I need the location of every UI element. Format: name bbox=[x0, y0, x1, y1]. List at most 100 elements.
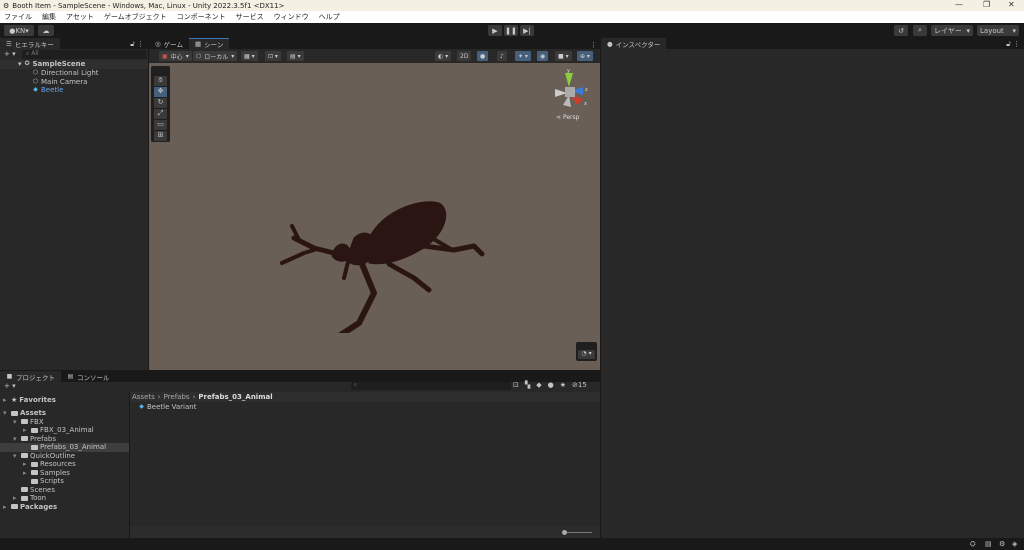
lighting-status-icon[interactable]: ◈ bbox=[1012, 540, 1017, 548]
expand-arrow-icon[interactable]: ▸ bbox=[23, 426, 29, 434]
project-tree-item[interactable]: Scenes bbox=[0, 486, 129, 495]
project-tree-item[interactable]: ▾ FBX bbox=[0, 418, 129, 427]
expand-arrow-icon[interactable]: ▸ bbox=[13, 494, 19, 502]
project-tree-item[interactable]: ▸ Samples bbox=[0, 469, 129, 478]
expand-arrow-icon[interactable]: ▸ bbox=[23, 469, 29, 477]
close-button[interactable]: ✕ bbox=[1008, 0, 1015, 9]
project-tree-item[interactable]: ▾ QuickOutline bbox=[0, 452, 129, 461]
project-tree-item[interactable]: Scripts bbox=[0, 477, 129, 486]
menu-component[interactable]: コンポーネント bbox=[177, 12, 226, 22]
inspector-lock-icon[interactable]: 🔓︎ ⋮ bbox=[1002, 40, 1024, 49]
beetle-model[interactable] bbox=[274, 198, 494, 333]
camera-dropdown[interactable]: ■ ▾ bbox=[555, 51, 572, 61]
expand-arrow-icon[interactable]: ▾ bbox=[13, 418, 19, 426]
tab-hierarchy[interactable]: ☰ ヒエラルキー bbox=[0, 38, 60, 49]
hierarchy-item[interactable]: ◆ Beetle bbox=[32, 86, 63, 95]
rotate-tool-icon[interactable]: ↻ bbox=[154, 98, 167, 108]
gizmo-y-axis[interactable] bbox=[565, 73, 573, 87]
scene-root[interactable]: ▾ ✪ SampleScene bbox=[0, 60, 148, 69]
effects-dropdown[interactable]: ✦ ▾ bbox=[515, 51, 531, 61]
expand-arrow-icon[interactable]: ▾ bbox=[3, 409, 9, 417]
search-by-type-icon[interactable]: ⊡ bbox=[513, 381, 519, 389]
create-button[interactable]: + ▾ bbox=[4, 382, 16, 391]
tab-project[interactable]: ■ プロジェクト bbox=[0, 371, 61, 382]
hierarchy-item[interactable]: ⬡ Main Camera bbox=[32, 78, 88, 87]
asset-item[interactable]: ◆ Beetle Variant bbox=[138, 403, 196, 412]
icon-size-slider-handle[interactable] bbox=[562, 530, 567, 535]
tab-scene[interactable]: ▦ シーン bbox=[188, 38, 230, 49]
scale-tool-icon[interactable]: ⤢ bbox=[154, 109, 167, 119]
cache-server-icon[interactable]: ⛭ bbox=[970, 540, 976, 549]
tab-inspector[interactable]: ● インスペクター bbox=[601, 38, 667, 49]
progress-icon[interactable]: ▤ bbox=[985, 540, 992, 548]
project-search-input[interactable]: ⌕ bbox=[351, 382, 511, 390]
favorite-star-icon[interactable]: ★ bbox=[560, 381, 566, 389]
tab-game[interactable]: ◎ ゲーム bbox=[149, 38, 189, 49]
project-tree-item[interactable]: ▸ ★ Favorites bbox=[0, 396, 129, 405]
layout-dropdown[interactable]: Layout ▾ bbox=[977, 25, 1019, 36]
menu-help[interactable]: ヘルプ bbox=[319, 12, 340, 22]
toggle-2d-button[interactable]: 2D bbox=[457, 51, 472, 61]
expand-arrow-icon[interactable]: ▸ bbox=[3, 503, 9, 511]
snap-dropdown[interactable]: ⊡ ▾ bbox=[265, 51, 281, 61]
lock-icon[interactable]: 🔓︎ ⋮ bbox=[126, 40, 148, 49]
incremental-snap-dropdown[interactable]: ▤ ▾ bbox=[287, 51, 304, 61]
project-tree-item[interactable]: ▸ Resources bbox=[0, 460, 129, 469]
move-tool-icon[interactable]: ✥ bbox=[154, 87, 167, 97]
expand-arrow-icon[interactable]: ▾ bbox=[13, 435, 19, 443]
menu-services[interactable]: サービス bbox=[236, 12, 264, 22]
expand-arrow-icon[interactable]: ▸ bbox=[23, 460, 29, 468]
search-icon[interactable]: ⌕ bbox=[913, 25, 927, 36]
space-dropdown[interactable]: ⬡ ローカル ▾ bbox=[193, 51, 238, 61]
pivot-dropdown[interactable]: ▣ 中心 ▾ bbox=[159, 51, 192, 61]
menu-gameobject[interactable]: ゲームオブジェクト bbox=[104, 12, 167, 22]
gizmo-center[interactable] bbox=[565, 87, 575, 97]
expand-arrow-icon[interactable]: ▾ bbox=[13, 452, 19, 460]
rect-tool-icon[interactable]: ▭ bbox=[154, 120, 167, 130]
hierarchy-item[interactable]: ⬡ Directional Light bbox=[32, 69, 99, 78]
layers-dropdown[interactable]: レイヤー ▾ bbox=[931, 25, 973, 36]
tag-icon[interactable]: ◆ bbox=[536, 381, 541, 389]
expand-arrow-icon[interactable]: ▸ bbox=[3, 396, 9, 404]
project-tree-item[interactable]: ▾ Prefabs bbox=[0, 435, 129, 444]
breadcrumb-current[interactable]: Prefabs_03_Animal bbox=[198, 393, 272, 401]
gizmos-dropdown[interactable]: ⊕ ▾ bbox=[577, 51, 593, 61]
debug-mode-icon[interactable]: ⚙ bbox=[999, 540, 1005, 548]
transform-tool-icon[interactable]: ⊞ bbox=[154, 131, 167, 141]
hierarchy-search-input[interactable]: ⌕ All bbox=[22, 50, 146, 59]
project-tree-item[interactable]: ▸ Packages bbox=[0, 503, 129, 512]
project-tree-item[interactable]: ▾ Assets bbox=[0, 409, 129, 418]
minimize-button[interactable]: — bbox=[955, 0, 963, 9]
hidden-packages-toggle[interactable]: ⊘15 bbox=[572, 381, 587, 389]
history-icon[interactable]: ↺ bbox=[894, 25, 908, 36]
step-button[interactable]: ▶| bbox=[520, 25, 534, 36]
visibility-toggle[interactable]: ◉ bbox=[537, 51, 549, 61]
camera-overlay[interactable]: ◔ ▾ bbox=[576, 342, 597, 361]
draw-mode-dropdown[interactable]: ◐ ▾ bbox=[435, 51, 452, 61]
tab-console[interactable]: ▤ コンソール bbox=[61, 371, 116, 382]
menu-window[interactable]: ウィンドウ bbox=[274, 12, 309, 22]
warning-icon[interactable]: ● bbox=[548, 381, 554, 389]
breadcrumb-prefabs[interactable]: Prefabs bbox=[164, 393, 190, 401]
play-button[interactable]: ▶ bbox=[488, 25, 502, 36]
more-icon[interactable]: ⋮ bbox=[587, 41, 600, 49]
project-tree-item[interactable]: Prefabs_03_Animal bbox=[0, 443, 129, 452]
menu-file[interactable]: ファイル bbox=[4, 12, 32, 22]
camera-settings-icon[interactable]: ◔ ▾ bbox=[578, 350, 595, 359]
pause-button[interactable]: ❚❚ bbox=[504, 25, 518, 36]
add-button[interactable]: + ▾ bbox=[4, 50, 16, 59]
cloud-icon[interactable]: ☁ bbox=[38, 25, 54, 36]
menu-edit[interactable]: 編集 bbox=[42, 12, 56, 22]
menu-assets[interactable]: アセット bbox=[66, 12, 94, 22]
project-tree-item[interactable]: ▸ FBX_03_Animal bbox=[0, 426, 129, 435]
hand-tool-icon[interactable]: ✋︎ bbox=[154, 76, 167, 86]
audio-toggle[interactable]: ♪ bbox=[497, 51, 507, 61]
scene-viewport[interactable]: ✋︎ ✥ ↻ ⤢ ▭ ⊞ y z x ⋖ Persp ◔ ▾ bbox=[149, 63, 600, 370]
search-by-label-icon[interactable]: ▚ bbox=[525, 381, 530, 389]
grid-dropdown[interactable]: ▦ ▾ bbox=[241, 51, 258, 61]
projection-toggle[interactable]: ⋖ Persp bbox=[556, 114, 579, 121]
project-tree-item[interactable]: ▸ Toon bbox=[0, 494, 129, 503]
lighting-toggle[interactable]: ● bbox=[477, 51, 489, 61]
account-dropdown[interactable]: ● KN ▾ bbox=[4, 25, 34, 36]
breadcrumb-assets[interactable]: Assets bbox=[132, 393, 155, 401]
